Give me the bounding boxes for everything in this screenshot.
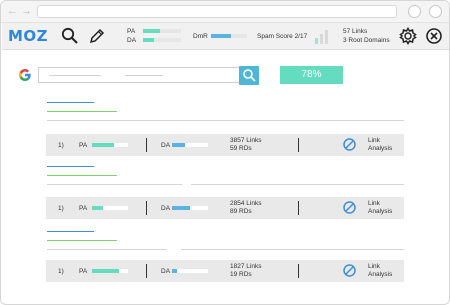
divider bbox=[146, 264, 147, 278]
score-badge: 78% bbox=[280, 66, 343, 84]
gear-icon[interactable] bbox=[398, 26, 418, 46]
result-url-line[interactable] bbox=[47, 175, 117, 176]
links-count: 3857 Links bbox=[230, 137, 262, 144]
search-icon bbox=[243, 69, 256, 82]
link-analysis-icon[interactable] bbox=[342, 263, 357, 278]
result-snippet-line bbox=[47, 184, 182, 185]
result-url-line[interactable] bbox=[47, 240, 117, 241]
link-analysis-icon[interactable] bbox=[342, 137, 357, 152]
search-button[interactable] bbox=[239, 66, 259, 85]
moz-toolbar: MOZ PA DA DmR Spam Score 2/17 57 Links 3 bbox=[2, 23, 449, 50]
minimize-window-icon[interactable] bbox=[408, 5, 421, 18]
result-metrics-row: 1) PA DA 1827 Links 19 RDs Link Analysis bbox=[46, 260, 404, 282]
result-snippet-line bbox=[47, 249, 167, 250]
link-analysis-label[interactable]: Analysis bbox=[368, 208, 392, 215]
pa-label: PA bbox=[79, 268, 88, 275]
da-meter bbox=[143, 38, 181, 42]
result-url-line[interactable] bbox=[47, 111, 117, 112]
search-input[interactable] bbox=[38, 67, 240, 83]
forward-arrow-icon[interactable]: → bbox=[21, 5, 32, 17]
spam-signal-icon bbox=[315, 30, 328, 44]
pa-label: PA bbox=[79, 142, 88, 149]
pa-label: PA bbox=[127, 28, 136, 35]
result-rank: 1) bbox=[58, 142, 64, 149]
result-metrics-row: 1) PA DA 3857 Links 59 RDs Link Analysis bbox=[46, 134, 404, 156]
search-text-placeholder-line bbox=[49, 75, 101, 76]
root-domains-count: 89 RDs bbox=[230, 208, 252, 215]
result-rank: 1) bbox=[58, 205, 64, 212]
link-analysis-label[interactable]: Link bbox=[368, 200, 380, 207]
links-count: 57 Links bbox=[343, 28, 368, 35]
link-analysis-icon[interactable] bbox=[342, 200, 357, 215]
links-count: 2854 Links bbox=[230, 200, 262, 207]
spam-score: Spam Score 2/17 bbox=[257, 33, 308, 40]
result-rank: 1) bbox=[58, 268, 64, 275]
back-arrow-icon[interactable]: ← bbox=[7, 5, 18, 17]
da-label: DA bbox=[161, 205, 171, 212]
dmr-meter bbox=[211, 34, 247, 38]
pa-meter bbox=[143, 29, 181, 33]
browser-window: ← → MOZ PA DA DmR Spam Score 2/17 57 Lin… bbox=[0, 0, 450, 305]
pa-meter bbox=[92, 269, 128, 273]
root-domains-count: 59 RDs bbox=[230, 145, 252, 152]
divider bbox=[146, 138, 147, 152]
google-g-icon bbox=[19, 69, 31, 81]
close-icon[interactable] bbox=[424, 26, 444, 46]
link-analysis-label[interactable]: Link bbox=[368, 263, 380, 270]
result-snippet-line bbox=[47, 120, 404, 121]
root-domains-count: 3 Root Domains bbox=[343, 37, 390, 44]
browser-chrome: ← → bbox=[1, 1, 449, 23]
address-bar[interactable] bbox=[37, 5, 397, 18]
search-icon[interactable] bbox=[60, 26, 80, 46]
da-label: DA bbox=[161, 142, 171, 149]
divider bbox=[298, 201, 299, 215]
da-label: DA bbox=[161, 268, 171, 275]
divider bbox=[298, 138, 299, 152]
result-snippet-line bbox=[181, 249, 404, 250]
pa-meter bbox=[92, 206, 128, 210]
da-meter bbox=[172, 143, 208, 147]
moz-logo: MOZ bbox=[8, 27, 49, 45]
result-title-line[interactable] bbox=[47, 166, 94, 167]
link-analysis-label[interactable]: Analysis bbox=[368, 145, 392, 152]
root-domains-count: 19 RDs bbox=[230, 271, 252, 278]
pencil-icon[interactable] bbox=[87, 26, 107, 46]
result-metrics-row: 1) PA DA 2854 Links 89 RDs Link Analysis bbox=[46, 197, 404, 219]
pa-meter bbox=[92, 143, 128, 147]
link-analysis-label[interactable]: Link bbox=[368, 137, 380, 144]
close-window-icon[interactable] bbox=[429, 5, 442, 18]
search-text-placeholder-line bbox=[125, 75, 163, 76]
result-title-line[interactable] bbox=[47, 231, 94, 232]
links-count: 1827 Links bbox=[230, 263, 262, 270]
dmr-label: DmR bbox=[193, 33, 208, 40]
pa-label: PA bbox=[79, 205, 88, 212]
da-meter bbox=[172, 269, 208, 273]
da-label: DA bbox=[127, 37, 137, 44]
link-analysis-label[interactable]: Analysis bbox=[368, 271, 392, 278]
da-meter bbox=[172, 206, 208, 210]
result-snippet-line bbox=[191, 184, 404, 185]
result-title-line[interactable] bbox=[47, 102, 94, 103]
divider bbox=[146, 201, 147, 215]
divider bbox=[298, 264, 299, 278]
